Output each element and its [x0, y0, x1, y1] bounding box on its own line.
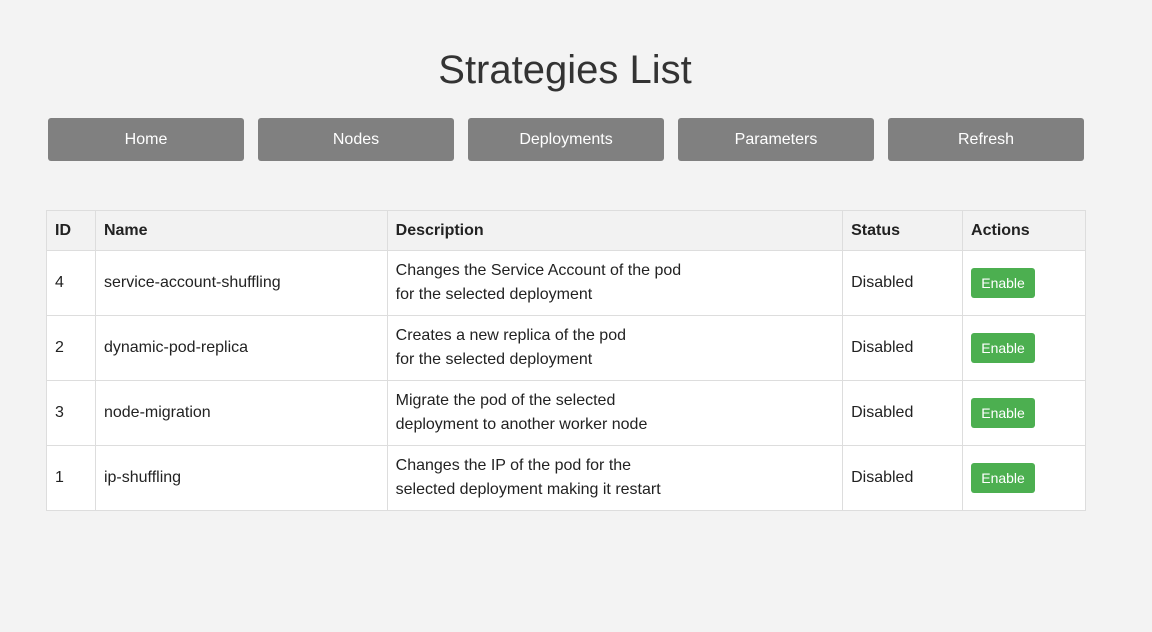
table-row: 4 service-account-shuffling Changes the …	[46, 250, 1086, 316]
description-line: Migrate the pod of the selected	[395, 392, 616, 409]
nodes-button[interactable]: Nodes	[258, 118, 454, 161]
description-line: selected deployment making it restart	[395, 481, 661, 498]
cell-description: Changes the IP of the pod for the select…	[386, 445, 844, 511]
page-title: Strategies List	[438, 48, 692, 92]
refresh-button[interactable]: Refresh	[888, 118, 1084, 161]
cell-id: 3	[46, 380, 96, 446]
cell-actions: Enable	[962, 445, 1086, 511]
cell-description: Creates a new replica of the pod for the…	[386, 315, 844, 381]
cell-actions: Enable	[962, 315, 1086, 381]
cell-id: 1	[46, 445, 96, 511]
enable-button[interactable]: Enable	[971, 398, 1036, 428]
description-line: for the selected deployment	[395, 351, 593, 368]
strategies-table: ID Name Description Status Actions 4 ser…	[46, 210, 1086, 511]
column-header-actions: Actions	[962, 210, 1086, 251]
description-line: for the selected deployment	[395, 286, 593, 303]
enable-button[interactable]: Enable	[971, 268, 1036, 298]
table-row: 1 ip-shuffling Changes the IP of the pod…	[46, 445, 1086, 511]
cell-status: Disabled	[842, 445, 964, 511]
description-line: Changes the Service Account of the pod	[395, 262, 682, 279]
cell-name: node-migration	[94, 380, 388, 446]
description-line: Changes the IP of the pod for the	[395, 457, 632, 474]
table-row: 2 dynamic-pod-replica Creates a new repl…	[46, 315, 1086, 381]
cell-status: Disabled	[842, 315, 964, 381]
cell-id: 4	[46, 250, 96, 316]
cell-actions: Enable	[962, 250, 1086, 316]
cell-description: Migrate the pod of the selected deployme…	[386, 380, 844, 446]
cell-status: Disabled	[842, 380, 964, 446]
column-header-name: Name	[94, 210, 388, 251]
home-button[interactable]: Home	[48, 118, 244, 161]
cell-actions: Enable	[962, 380, 1086, 446]
page: Strategies List Home Nodes Deployments P…	[0, 0, 1152, 632]
column-header-description: Description	[386, 210, 844, 251]
cell-description: Changes the Service Account of the pod f…	[386, 250, 844, 316]
enable-button[interactable]: Enable	[971, 463, 1036, 493]
description-line: Creates a new replica of the pod	[395, 327, 626, 344]
parameters-button[interactable]: Parameters	[678, 118, 874, 161]
column-header-status: Status	[842, 210, 964, 251]
cell-status: Disabled	[842, 250, 964, 316]
description-line: deployment to another worker node	[395, 416, 648, 433]
table-header-row: ID Name Description Status Actions	[46, 210, 1086, 251]
deployments-button[interactable]: Deployments	[468, 118, 664, 161]
table-row: 3 node-migration Migrate the pod of the …	[46, 380, 1086, 446]
cell-id: 2	[46, 315, 96, 381]
column-header-id: ID	[46, 210, 96, 251]
cell-name: service-account-shuffling	[94, 250, 388, 316]
enable-button[interactable]: Enable	[971, 333, 1036, 363]
nav-bar: Home Nodes Deployments Parameters Refres…	[48, 118, 1084, 161]
cell-name: ip-shuffling	[94, 445, 388, 511]
cell-name: dynamic-pod-replica	[94, 315, 388, 381]
